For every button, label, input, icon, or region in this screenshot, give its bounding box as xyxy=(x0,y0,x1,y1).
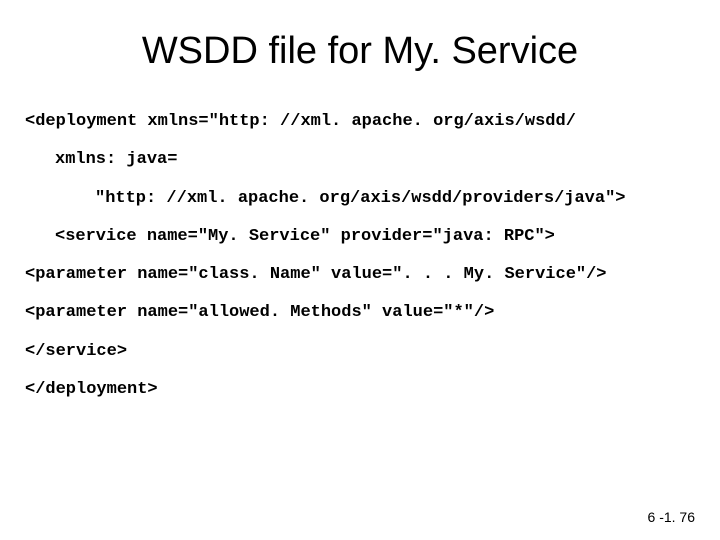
slide-title: WSDD file for My. Service xyxy=(25,30,695,73)
code-line-4: <service name="My. Service" provider="ja… xyxy=(25,218,695,256)
code-line-8: </deployment> xyxy=(25,371,695,409)
code-block: <deployment xmlns="http: //xml. apache. … xyxy=(25,103,695,409)
code-line-5: <parameter name="class. Name" value=". .… xyxy=(25,256,695,294)
code-line-2: xmlns: java= xyxy=(25,141,695,179)
code-line-6: <parameter name="allowed. Methods" value… xyxy=(25,294,695,332)
code-line-3: "http: //xml. apache. org/axis/wsdd/prov… xyxy=(25,180,695,218)
slide-container: WSDD file for My. Service <deployment xm… xyxy=(0,0,720,540)
code-line-1: <deployment xmlns="http: //xml. apache. … xyxy=(25,103,695,141)
page-number: 6 -1. 76 xyxy=(648,509,695,525)
code-line-7: </service> xyxy=(25,333,695,371)
